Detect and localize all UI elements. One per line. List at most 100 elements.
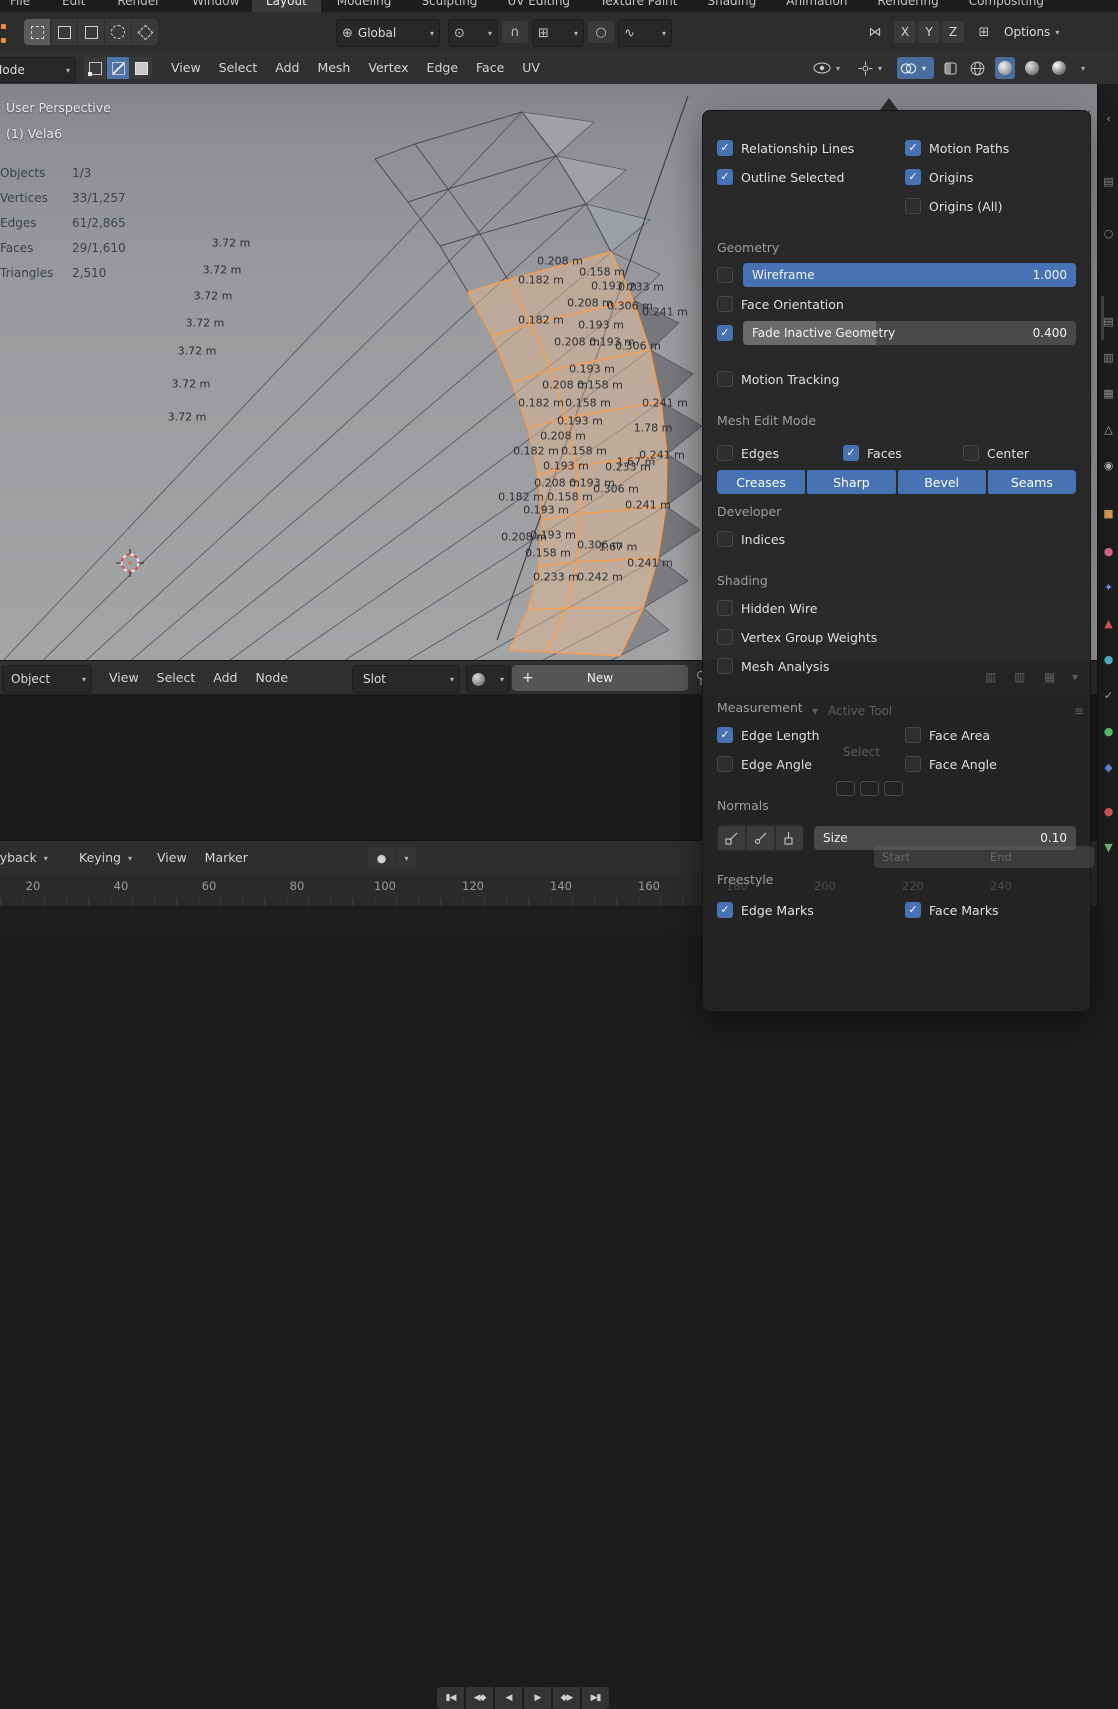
toggle-faces[interactable]: Faces (843, 445, 963, 461)
select-mode-circle-button[interactable] (105, 19, 131, 45)
select-mode-lasso-button[interactable] (132, 19, 158, 45)
checkbox-icon[interactable] (717, 658, 733, 674)
mirror-x-toggle[interactable]: X (894, 21, 916, 43)
checkbox-icon[interactable] (905, 902, 921, 918)
texture-properties-tab[interactable]: ◆ (1098, 758, 1118, 778)
bevel-button[interactable]: Bevel (897, 470, 986, 494)
toggle-motion-tracking[interactable]: Motion Tracking (717, 371, 839, 387)
menu-render[interactable]: Render (113, 0, 164, 11)
viewport-menu-mesh[interactable]: Mesh (308, 52, 359, 84)
select-mode-box-new-button[interactable] (78, 19, 104, 45)
checkbox-fade-inactive[interactable] (717, 325, 733, 341)
toggle-edges[interactable]: Edges (717, 445, 843, 461)
menu-edit[interactable]: Edit (58, 0, 89, 11)
tab-sculpting[interactable]: Sculpting (407, 0, 491, 12)
toggle-face-area[interactable]: Face Area (905, 727, 1076, 743)
checkbox-icon[interactable] (963, 445, 979, 461)
tab-rendering[interactable]: Rendering (863, 0, 952, 12)
toggle-hidden-wire[interactable]: Hidden Wire (717, 600, 817, 616)
render-properties-tab[interactable]: ▤ (1098, 312, 1118, 332)
toggle-motion-paths[interactable]: Motion Paths (905, 140, 1076, 156)
toggle-indices[interactable]: Indices (717, 531, 785, 547)
previous-keyframe[interactable]: ◀◆ (466, 1687, 493, 1709)
vertex-normals-button[interactable] (717, 825, 746, 851)
creases-button[interactable]: Creases (717, 470, 806, 494)
face-select-mode-button[interactable] (130, 57, 152, 79)
checkbox-icon[interactable] (905, 198, 921, 214)
fade-inactive-slider[interactable]: Fade Inactive Geometry 0.400 (743, 321, 1076, 345)
tab-layout[interactable]: Layout (252, 0, 321, 12)
options-dropdown[interactable]: Options (1004, 19, 1088, 45)
viewport-menu-select[interactable]: Select (210, 52, 267, 84)
viewport-menu-add[interactable]: Add (266, 52, 308, 84)
timeline-menu-marker[interactable]: Marker (196, 841, 257, 875)
checkbox-icon[interactable] (717, 445, 733, 461)
xray-toggle-button[interactable] (941, 57, 960, 79)
mirror-y-toggle[interactable]: Y (918, 21, 940, 43)
proportional-editing-button[interactable]: ○ (588, 21, 614, 43)
particles-properties-tab[interactable]: ▲ (1098, 614, 1118, 634)
snap-target-dropdown[interactable]: ⊞ (532, 19, 584, 47)
shader-menu-node[interactable]: Node (246, 661, 297, 695)
toggle-origins-all[interactable]: Origins (All) (905, 198, 1076, 214)
tab-animation[interactable]: Animation (772, 0, 861, 12)
region-collapse-chevron-icon[interactable]: ‹ (1098, 109, 1118, 129)
checkbox-icon[interactable] (717, 296, 733, 312)
checkbox-icon[interactable] (717, 531, 733, 547)
transform-orientation-dropdown[interactable]: ⊕ Global (336, 19, 440, 47)
checkbox-icon[interactable] (717, 600, 733, 616)
checkbox-icon[interactable] (905, 169, 921, 185)
pivot-point-dropdown[interactable]: ⊙ (448, 19, 498, 47)
vertex-select-mode-button[interactable] (84, 57, 106, 79)
mode-dropdown[interactable]: Edit Mode (0, 57, 76, 83)
normals-size-slider[interactable]: Size 0.10 (814, 826, 1076, 850)
toggle-face-orientation[interactable]: Face Orientation (717, 296, 844, 312)
checkbox-icon[interactable] (717, 371, 733, 387)
select-mode-tweak-button[interactable] (24, 19, 50, 45)
shading-rendered-button[interactable] (1049, 57, 1069, 79)
menu-window[interactable]: Window (188, 0, 243, 11)
show-object-types-dropdown[interactable] (810, 57, 848, 79)
toggle-edge-angle[interactable]: Edge Angle (717, 756, 905, 772)
jump-to-end[interactable]: ▶▮ (582, 1687, 609, 1709)
face-normals-button[interactable] (775, 825, 804, 851)
snap-face-nearest-button[interactable]: ⊞ (970, 21, 998, 43)
tab-modeling[interactable]: Modeling (323, 0, 406, 12)
select-mode-box-button[interactable] (51, 19, 77, 45)
viewport-menu-view[interactable]: View (162, 52, 210, 84)
new-material-button[interactable]: + New (512, 665, 688, 691)
checkbox-icon[interactable] (905, 756, 921, 772)
shading-material-button[interactable] (1022, 57, 1042, 79)
viewport-menu-face[interactable]: Face (467, 52, 513, 84)
edge-select-mode-button[interactable] (107, 57, 129, 79)
toggle-face-marks[interactable]: Face Marks (905, 902, 1076, 918)
shading-wireframe-button[interactable] (967, 57, 988, 79)
mirror-z-toggle[interactable]: Z (942, 21, 964, 43)
checkbox-icon[interactable] (717, 727, 733, 743)
next-keyframe[interactable]: ◆▶ (553, 1687, 580, 1709)
tab-compositing[interactable]: Compositing (955, 0, 1058, 12)
checkbox-wireframe[interactable] (717, 267, 733, 283)
play-reverse[interactable]: ◀ (495, 1687, 522, 1709)
shader-menu-view[interactable]: View (100, 661, 148, 695)
view-layer-properties-tab[interactable]: ▦ (1098, 384, 1118, 404)
search-icon[interactable]: ○ (1098, 224, 1118, 244)
keying-set-dropdown[interactable] (396, 847, 416, 869)
tab-shading[interactable]: Shading (693, 0, 770, 12)
material-properties-tab[interactable]: ● (1098, 542, 1118, 562)
mirror-button[interactable]: ⋈ (860, 21, 890, 43)
constraints-properties-tab[interactable]: ✓ (1098, 686, 1118, 706)
world-properties-tab[interactable]: ◉ (1098, 456, 1118, 476)
toggle-edge-marks[interactable]: Edge Marks (717, 902, 905, 918)
sharp-button[interactable]: Sharp (807, 470, 896, 494)
checkbox-icon[interactable] (717, 756, 733, 772)
auto-keying-record-button[interactable]: ● (368, 847, 395, 869)
shading-dropdown-icon[interactable] (1076, 64, 1090, 73)
object-data-properties-tab[interactable]: ● (1098, 722, 1118, 742)
checkbox-icon[interactable] (717, 629, 733, 645)
object-properties-tab[interactable]: ■ (1098, 504, 1118, 524)
toggle-origins[interactable]: Origins (905, 169, 1076, 185)
timeline-menu-view[interactable]: View (148, 841, 196, 875)
viewport-menu-edge[interactable]: Edge (418, 52, 467, 84)
material-browser-dropdown[interactable] (466, 665, 510, 693)
